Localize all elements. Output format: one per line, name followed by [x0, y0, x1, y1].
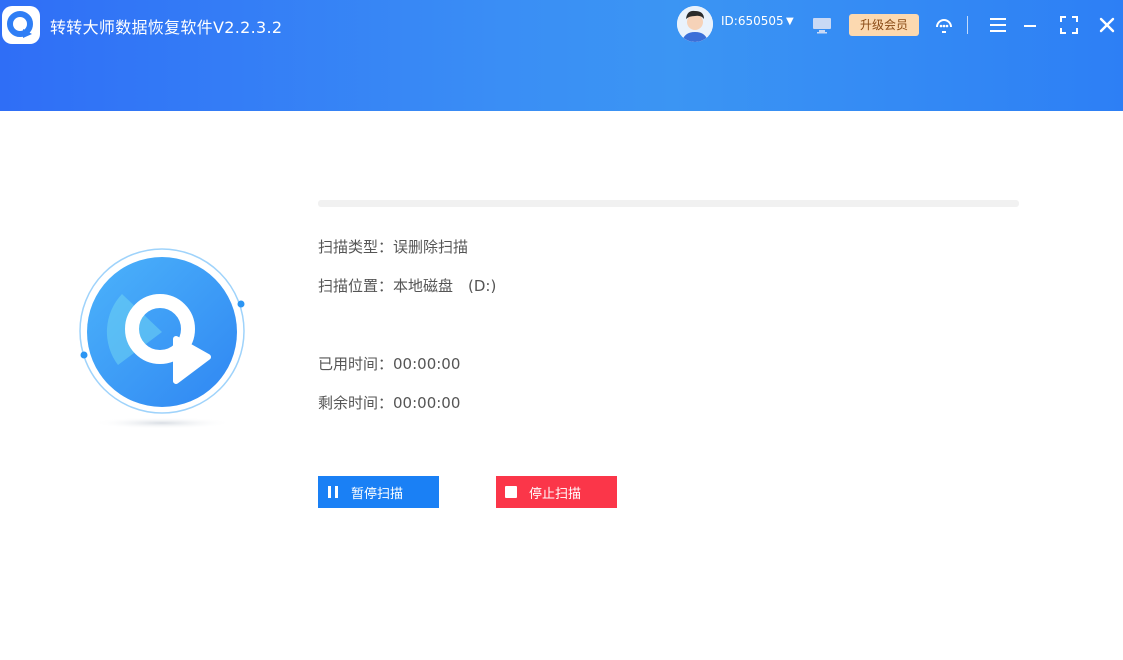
scan-location-value: 本地磁盘 (D:) [393, 277, 497, 295]
upgrade-vip-button[interactable]: 升级会员 [849, 14, 919, 36]
maximize-icon[interactable] [1060, 16, 1078, 38]
remaining-time-label: 剩余时间： [318, 394, 394, 412]
minimize-icon[interactable] [1023, 17, 1037, 37]
elapsed-time-label: 已用时间： [318, 355, 394, 373]
caret-down-icon[interactable]: ▼ [786, 16, 794, 27]
scan-illustration [78, 247, 248, 432]
stop-icon [504, 485, 518, 499]
stop-scan-button[interactable]: 停止扫描 [496, 476, 617, 508]
title-bar: 转转大师数据恢复软件V2.2.3.2 ID:650505 ▼ 升级会员 [0, 0, 1123, 111]
scan-type-label: 扫描类型： [318, 238, 394, 256]
user-id[interactable]: ID:650505 [721, 14, 784, 28]
pause-icon [326, 485, 340, 499]
scan-location-label: 扫描位置： [318, 277, 394, 295]
app-title: 转转大师数据恢复软件V2.2.3.2 [50, 18, 283, 37]
remaining-time-value: 00:00:00 [393, 394, 461, 412]
close-icon[interactable] [1098, 16, 1116, 38]
remaining-time-row: 剩余时间：00:00:00 [318, 392, 460, 413]
support-icon[interactable] [934, 15, 954, 39]
scan-location-row: 扫描位置：本地磁盘 (D:) [318, 275, 496, 296]
header-divider [967, 16, 968, 34]
app-logo-icon [2, 6, 40, 44]
elapsed-time-value: 00:00:00 [393, 355, 461, 373]
elapsed-time-row: 已用时间：00:00:00 [318, 353, 460, 374]
stop-scan-label: 停止扫描 [529, 486, 582, 502]
scan-progress-bar [318, 200, 1019, 207]
menu-icon[interactable] [989, 17, 1007, 37]
monitor-icon[interactable] [812, 16, 832, 38]
scan-type-row: 扫描类型：误删除扫描 [318, 236, 468, 257]
pause-scan-label: 暂停扫描 [351, 486, 404, 502]
scan-type-value: 误删除扫描 [393, 238, 469, 256]
pause-scan-button[interactable]: 暂停扫描 [318, 476, 439, 508]
avatar[interactable] [677, 6, 713, 42]
